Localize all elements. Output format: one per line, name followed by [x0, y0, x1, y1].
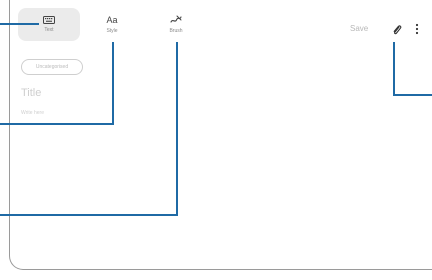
callout-line-style-mode — [0, 42, 114, 125]
callout-line-brush-mode — [0, 42, 178, 216]
callout-line-attach — [393, 42, 432, 96]
callout-lines — [0, 23, 432, 216]
